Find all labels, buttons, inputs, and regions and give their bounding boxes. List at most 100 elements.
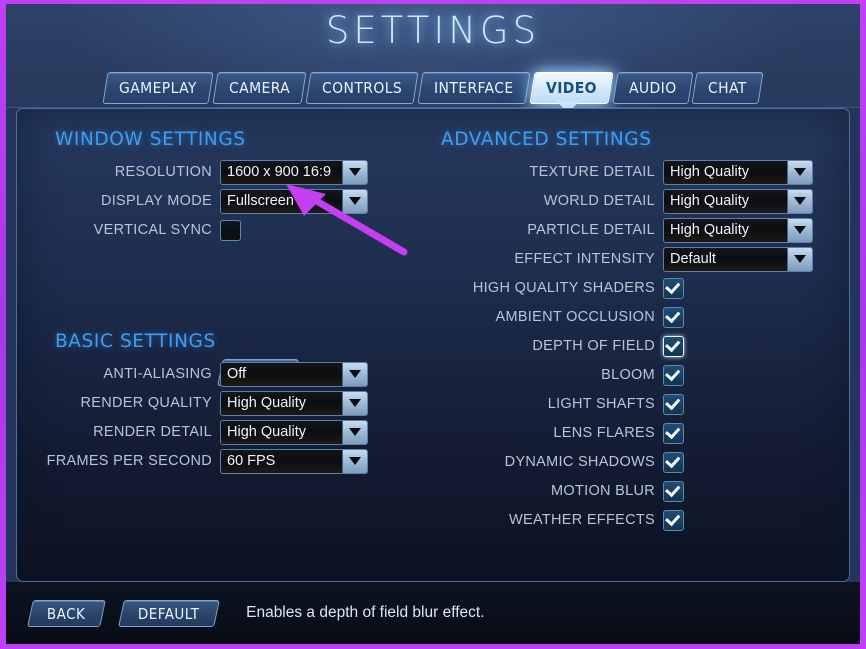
setting-row-render-detail: RENDER DETAIL High Quality bbox=[27, 419, 368, 445]
setting-label: RENDER DETAIL bbox=[93, 424, 212, 440]
tab-label: AUDIO bbox=[628, 79, 677, 97]
footer-bar: BACK DEFAULT Enables a depth of field bl… bbox=[6, 582, 860, 644]
checkbox-high-quality-shaders[interactable] bbox=[663, 277, 684, 299]
setting-row-display-mode: DISPLAY MODE Fullscreen bbox=[47, 188, 368, 214]
setting-row-dynamic-shadows: DYNAMIC SHADOWS bbox=[425, 449, 684, 475]
section-title-basic-settings: BASIC SETTINGS bbox=[55, 331, 216, 352]
dropdown-value: High Quality bbox=[221, 420, 342, 444]
chevron-down-icon[interactable] bbox=[787, 160, 812, 184]
setting-label: MOTION BLUR bbox=[551, 483, 655, 499]
checkbox-vertical-sync[interactable] bbox=[220, 219, 241, 241]
setting-row-ambient-occlusion: AMBIENT OCCLUSION bbox=[425, 304, 684, 330]
setting-label: TEXTURE DETAIL bbox=[529, 164, 655, 180]
chevron-down-icon[interactable] bbox=[342, 189, 367, 213]
setting-row-world-detail: WORLD DETAIL High Quality bbox=[425, 188, 813, 214]
chevron-down-icon[interactable] bbox=[787, 218, 812, 242]
chevron-down-icon[interactable] bbox=[342, 449, 367, 473]
setting-row-particle-detail: PARTICLE DETAIL High Quality bbox=[425, 217, 813, 243]
dropdown-effect-intensity[interactable]: Default bbox=[663, 246, 813, 272]
dropdown-render-quality[interactable]: High Quality bbox=[220, 390, 368, 416]
dropdown-particle-detail[interactable]: High Quality bbox=[663, 217, 813, 243]
tab-camera[interactable]: CAMERA bbox=[212, 72, 307, 104]
chevron-down-icon[interactable] bbox=[342, 391, 367, 415]
settings-panel: WINDOW SETTINGS RESOLUTION 1600 x 900 16:… bbox=[16, 108, 850, 582]
checkbox-dynamic-shadows[interactable] bbox=[663, 451, 684, 473]
tab-label: CHAT bbox=[708, 79, 747, 97]
setting-row-light-shafts: LIGHT SHAFTS bbox=[425, 391, 684, 417]
dropdown-value: High Quality bbox=[221, 391, 342, 415]
tab-label: INTERFACE bbox=[434, 79, 514, 97]
setting-row-texture-detail: TEXTURE DETAIL High Quality bbox=[425, 159, 813, 185]
chevron-down-icon[interactable] bbox=[787, 189, 812, 213]
checkbox-bloom[interactable] bbox=[663, 364, 684, 386]
checkbox-depth-of-field[interactable] bbox=[663, 335, 684, 357]
dropdown-value: High Quality bbox=[664, 160, 787, 184]
tab-controls[interactable]: CONTROLS bbox=[305, 72, 419, 104]
setting-row-resolution: RESOLUTION 1600 x 900 16:9 bbox=[47, 159, 368, 185]
chevron-down-icon[interactable] bbox=[342, 362, 367, 386]
page-title: SETTINGS bbox=[325, 9, 541, 52]
setting-row-depth-of-field: DEPTH OF FIELD bbox=[425, 333, 684, 359]
setting-label: FRAMES PER SECOND bbox=[46, 453, 212, 469]
setting-label: ANTI-ALIASING bbox=[103, 366, 212, 382]
setting-row-render-quality: RENDER QUALITY High Quality bbox=[27, 390, 368, 416]
chevron-down-icon[interactable] bbox=[787, 247, 812, 271]
tab-chat[interactable]: CHAT bbox=[691, 72, 764, 104]
section-title-window-settings: WINDOW SETTINGS bbox=[55, 129, 246, 150]
dropdown-display-mode[interactable]: Fullscreen bbox=[220, 188, 368, 214]
setting-label: BLOOM bbox=[601, 367, 655, 383]
setting-row-high-quality-shaders: HIGH QUALITY SHADERS bbox=[425, 275, 684, 301]
tab-interface[interactable]: INTERFACE bbox=[417, 72, 531, 104]
dropdown-value: High Quality bbox=[664, 218, 787, 242]
setting-row-weather-effects: WEATHER EFFECTS bbox=[425, 507, 684, 533]
dropdown-anti-aliasing[interactable]: Off bbox=[220, 361, 368, 387]
dropdown-value: Off bbox=[221, 362, 342, 386]
tab-audio[interactable]: AUDIO bbox=[612, 72, 693, 104]
checkbox-light-shafts[interactable] bbox=[663, 393, 684, 415]
dropdown-value: 1600 x 900 16:9 bbox=[221, 160, 342, 184]
setting-row-effect-intensity: EFFECT INTENSITY Default bbox=[425, 246, 813, 272]
setting-label: RESOLUTION bbox=[114, 164, 212, 180]
tab-label: CONTROLS bbox=[321, 79, 403, 97]
setting-label: LENS FLARES bbox=[553, 425, 655, 441]
tab-label: VIDEO bbox=[545, 79, 597, 97]
tab-video[interactable]: VIDEO ▾ bbox=[529, 72, 614, 113]
setting-label: PARTICLE DETAIL bbox=[527, 222, 655, 238]
dropdown-resolution[interactable]: 1600 x 900 16:9 bbox=[220, 159, 368, 185]
checkbox-lens-flares[interactable] bbox=[663, 422, 684, 444]
setting-label: RENDER QUALITY bbox=[80, 395, 212, 411]
setting-row-lens-flares: LENS FLARES bbox=[425, 420, 684, 446]
tab-label: GAMEPLAY bbox=[119, 79, 197, 97]
dropdown-render-detail[interactable]: High Quality bbox=[220, 419, 368, 445]
section-title-advanced-settings: ADVANCED SETTINGS bbox=[441, 129, 652, 150]
setting-row-anti-aliasing: ANTI-ALIASING Off bbox=[27, 361, 368, 387]
default-button-label: DEFAULT bbox=[137, 604, 200, 622]
setting-row-vertical-sync: VERTICAL SYNC bbox=[47, 217, 241, 243]
default-button[interactable]: DEFAULT bbox=[117, 599, 219, 627]
setting-label: VERTICAL SYNC bbox=[93, 222, 212, 238]
checkbox-motion-blur[interactable] bbox=[663, 480, 684, 502]
setting-label: DEPTH OF FIELD bbox=[532, 338, 655, 354]
setting-label: DYNAMIC SHADOWS bbox=[504, 454, 655, 470]
setting-row-frames-per-second: FRAMES PER SECOND 60 FPS bbox=[27, 448, 368, 474]
dropdown-world-detail[interactable]: High Quality bbox=[663, 188, 813, 214]
back-button-label: BACK bbox=[47, 604, 86, 622]
tab-gameplay[interactable]: GAMEPLAY bbox=[102, 72, 214, 104]
setting-row-motion-blur: MOTION BLUR bbox=[425, 478, 684, 504]
chevron-down-icon[interactable] bbox=[342, 420, 367, 444]
back-button[interactable]: BACK bbox=[27, 599, 106, 627]
header: SETTINGS GAMEPLAY CAMERA CONTROLS INTERFACE… bbox=[6, 4, 860, 113]
dropdown-texture-detail[interactable]: High Quality bbox=[663, 159, 813, 185]
outer-frame: SETTINGS GAMEPLAY CAMERA CONTROLS INTERFACE… bbox=[0, 0, 866, 649]
setting-label: EFFECT INTENSITY bbox=[514, 251, 655, 267]
checkbox-weather-effects[interactable] bbox=[663, 509, 684, 531]
setting-label: AMBIENT OCCLUSION bbox=[495, 309, 655, 325]
tab-label: CAMERA bbox=[228, 79, 290, 97]
checkbox-ambient-occlusion[interactable] bbox=[663, 306, 684, 328]
settings-screen: SETTINGS GAMEPLAY CAMERA CONTROLS INTERFACE… bbox=[6, 4, 860, 644]
dropdown-frames-per-second[interactable]: 60 FPS bbox=[220, 448, 368, 474]
dropdown-value: High Quality bbox=[664, 189, 787, 213]
setting-label: WEATHER EFFECTS bbox=[508, 512, 655, 528]
chevron-down-icon[interactable] bbox=[342, 160, 367, 184]
setting-row-bloom: BLOOM bbox=[425, 362, 684, 388]
